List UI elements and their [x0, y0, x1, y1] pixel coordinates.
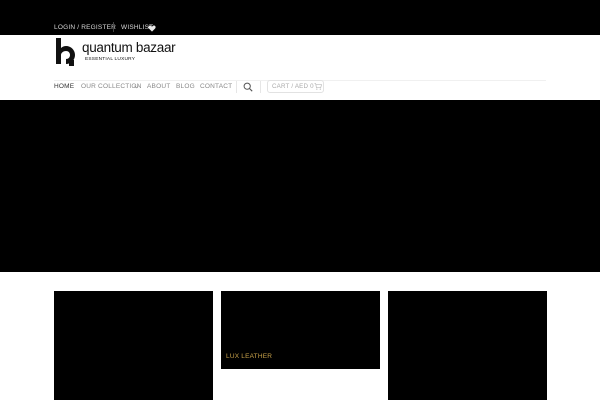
- cart-label: CART / AED 0: [272, 83, 314, 90]
- category-caption: LUX LEATHER: [226, 353, 273, 360]
- nav-item-home[interactable]: HOME: [54, 83, 74, 90]
- hero-banner: [0, 100, 600, 272]
- nav-item-blog[interactable]: BLOG: [176, 83, 195, 90]
- brand-name: quantum bazaar: [82, 40, 176, 55]
- category-card-lux-leather[interactable]: LUX LEATHER: [221, 291, 380, 369]
- qb-logo-mark-icon: [56, 38, 75, 66]
- category-card[interactable]: [54, 291, 213, 400]
- nav-item-our-collection[interactable]: OUR COLLECTION: [81, 83, 142, 90]
- cart-icon: [314, 83, 322, 90]
- cart-button[interactable]: CART / AED 0: [267, 80, 324, 93]
- login-register-link[interactable]: LOGIN / REGISTER: [54, 24, 116, 31]
- heart-icon[interactable]: [148, 25, 156, 32]
- nav-item-contact[interactable]: CONTACT: [200, 83, 232, 90]
- nav-divider: [260, 81, 261, 93]
- brand-tagline: ESSENTIAL LUXURY: [85, 57, 136, 62]
- top-bar: LOGIN / REGISTER WISHLIST: [0, 0, 600, 35]
- chevron-down-icon[interactable]: [134, 85, 139, 89]
- search-icon[interactable]: [243, 82, 253, 92]
- category-card[interactable]: [388, 291, 547, 400]
- top-bar-divider: [113, 22, 114, 32]
- nav-item-about[interactable]: ABOUT: [147, 83, 170, 90]
- brand-logo[interactable]: quantum bazaar ESSENTIAL LUXURY: [54, 38, 184, 68]
- nav-divider: [236, 81, 237, 93]
